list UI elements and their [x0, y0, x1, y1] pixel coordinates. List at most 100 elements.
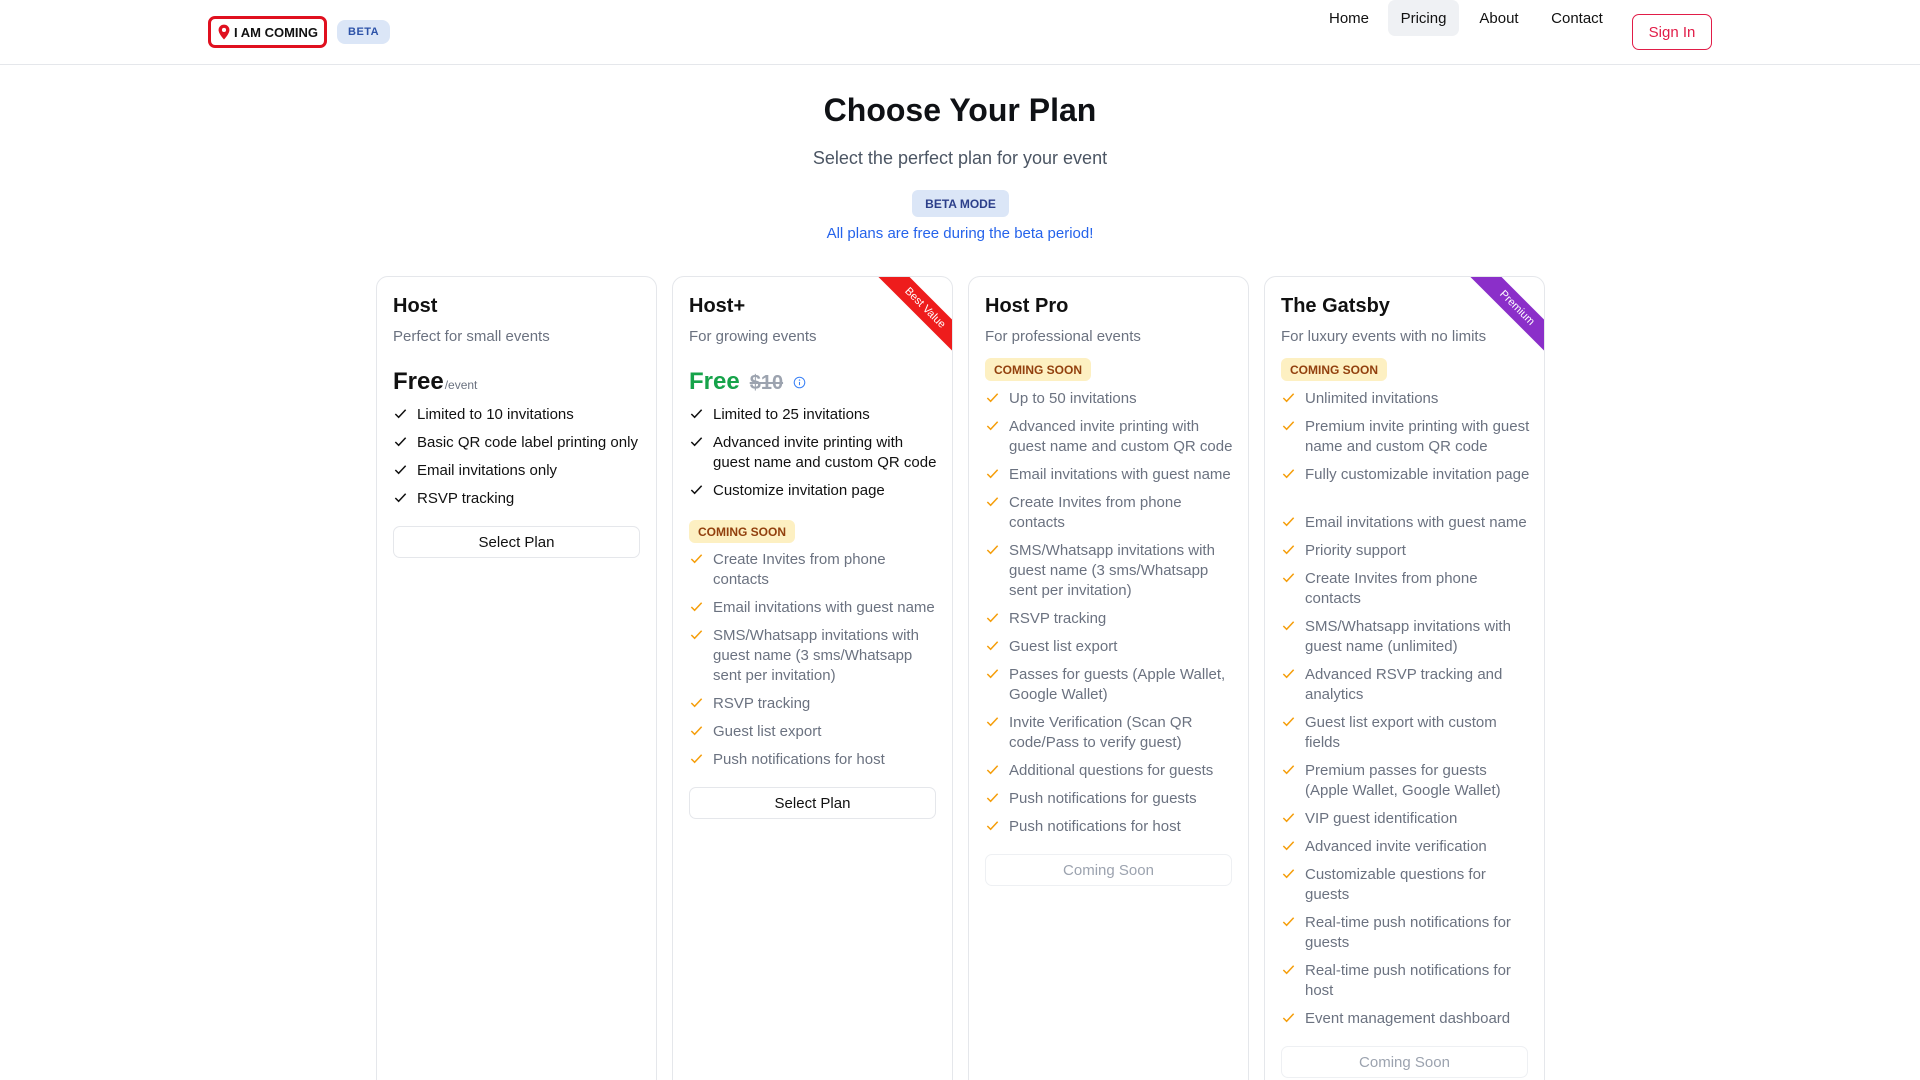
- feature-item: SMS/Whatsapp invitations with guest name…: [985, 541, 1235, 601]
- check-icon: [1282, 1013, 1295, 1023]
- feature-item: SMS/Whatsapp invitations with guest name…: [1281, 617, 1531, 657]
- feature-item: Premium passes for guests (Apple Wallet,…: [1281, 761, 1531, 801]
- feature-item: Premium invite printing with guest name …: [1281, 417, 1531, 457]
- page-subtitle: Select the perfect plan for your event: [812, 148, 1108, 168]
- feature-item: Additional questions for guests: [985, 761, 1235, 781]
- feature-item: Create Invites from phone contacts: [985, 493, 1235, 533]
- feature-item: Create Invites from phone contacts: [1281, 569, 1531, 609]
- check-icon: [690, 409, 703, 419]
- check-icon: [1282, 469, 1295, 479]
- plan-price: Free $10: [689, 368, 806, 396]
- check-icon: [1282, 421, 1295, 431]
- ribbon-label: Best Value: [874, 277, 952, 357]
- check-icon: [986, 545, 999, 555]
- select-plan-button[interactable]: Select Plan: [393, 526, 640, 558]
- plan-name: Host Pro: [985, 295, 1069, 317]
- check-icon: [1282, 669, 1295, 679]
- feature-item: SMS/Whatsapp invitations with guest name…: [689, 626, 939, 686]
- check-icon: [690, 485, 703, 495]
- coming-soon-button[interactable]: Coming Soon: [985, 854, 1232, 886]
- check-icon: [986, 641, 999, 651]
- plan-card-host-plus: Best Value Host+ For growing events Free…: [672, 276, 953, 1080]
- beta-note: All plans are free during the beta perio…: [826, 225, 1094, 242]
- feature-item: Real-time push notifications for host: [1281, 961, 1531, 1001]
- old-price: $10: [749, 372, 784, 394]
- plan-price: Free /event: [393, 368, 477, 396]
- ribbon-label: Premium: [1466, 277, 1544, 357]
- check-icon: [1282, 545, 1295, 555]
- feature-item: Passes for guests (Apple Wallet, Google …: [985, 665, 1235, 705]
- check-icon: [690, 554, 703, 564]
- check-icon: [690, 602, 703, 612]
- coming-soon-badge: COMING SOON: [1281, 358, 1388, 381]
- feature-item: Event management dashboard: [1281, 1009, 1531, 1029]
- plan-name: Host+: [689, 295, 746, 317]
- plan-name: Host: [393, 295, 438, 317]
- feature-item: Unlimited invitations: [1281, 389, 1531, 409]
- feature-item: Basic QR code label printing only: [393, 433, 643, 453]
- check-icon: [394, 437, 407, 447]
- select-plan-button[interactable]: Select Plan: [689, 787, 936, 819]
- check-icon: [1282, 517, 1295, 527]
- nav-about[interactable]: About: [1469, 0, 1529, 36]
- check-icon: [986, 613, 999, 623]
- feature-item: Push notifications for guests: [985, 789, 1235, 809]
- check-icon: [986, 497, 999, 507]
- feature-item: Guest list export: [985, 637, 1235, 657]
- feature-item: Limited to 10 invitations: [393, 405, 643, 425]
- feature-item: RSVP tracking: [985, 609, 1235, 629]
- check-icon: [986, 421, 999, 431]
- sign-in-button[interactable]: Sign In: [1632, 14, 1712, 50]
- check-icon: [1282, 841, 1295, 851]
- check-icon: [1282, 965, 1295, 975]
- check-icon: [1282, 717, 1295, 727]
- feature-item: Email invitations only: [393, 461, 643, 481]
- check-icon: [986, 669, 999, 679]
- check-icon: [986, 469, 999, 479]
- check-icon: [1282, 765, 1295, 775]
- check-icon: [986, 793, 999, 803]
- check-icon: [394, 493, 407, 503]
- coming-soon-badge: COMING SOON: [985, 358, 1092, 381]
- check-icon: [986, 765, 999, 775]
- check-icon: [986, 821, 999, 831]
- nav-home[interactable]: Home: [1320, 0, 1378, 36]
- nav-pricing[interactable]: Pricing: [1388, 0, 1459, 36]
- plan-card-the-gatsby: Premium The Gatsby For luxury events wit…: [1264, 276, 1545, 1080]
- price-unit: /event: [444, 378, 478, 392]
- feature-item: Customizable questions for guests: [1281, 865, 1531, 905]
- top-navbar: I AM COMING BETA Home Pricing About Cont…: [0, 0, 1920, 65]
- check-icon: [690, 698, 703, 708]
- feature-item: Customize invitation page: [689, 481, 939, 501]
- check-icon: [690, 630, 703, 640]
- check-icon: [1282, 917, 1295, 927]
- feature-item: Limited to 25 invitations: [689, 405, 939, 425]
- plan-card-host: Host Perfect for small events Free /even…: [376, 276, 657, 1080]
- info-icon[interactable]: [793, 376, 806, 389]
- feature-item: Up to 50 invitations: [985, 389, 1235, 409]
- check-icon: [1282, 393, 1295, 403]
- coming-soon-button[interactable]: Coming Soon: [1281, 1046, 1528, 1078]
- nav-contact[interactable]: Contact: [1539, 0, 1615, 36]
- check-icon: [1282, 869, 1295, 879]
- feature-item: Email invitations with guest name: [985, 465, 1235, 485]
- feature-item: RSVP tracking: [393, 489, 643, 509]
- plan-name: The Gatsby: [1281, 295, 1390, 317]
- logo[interactable]: I AM COMING: [208, 16, 328, 48]
- feature-item: RSVP tracking: [689, 694, 939, 714]
- feature-item: Create Invites from phone contacts: [689, 550, 939, 590]
- coming-soon-badge: COMING SOON: [689, 520, 796, 543]
- feature-item: Real-time push notifications for guests: [1281, 913, 1531, 953]
- plan-description: For professional events: [985, 328, 1141, 345]
- feature-item: Fully customizable invitation page: [1281, 465, 1531, 485]
- price-value: Free: [689, 368, 740, 395]
- feature-item: Guest list export: [689, 722, 939, 742]
- plan-description: For luxury events with no limits: [1281, 328, 1487, 345]
- feature-item: Advanced invite printing with guest name…: [689, 433, 939, 473]
- feature-item: Invite Verification (Scan QR code/Pass t…: [985, 713, 1235, 753]
- check-icon: [1282, 621, 1295, 631]
- feature-item: Push notifications for host: [689, 750, 939, 770]
- check-icon: [986, 393, 999, 403]
- best-value-ribbon: Best Value: [872, 277, 952, 357]
- map-pin-icon: [218, 24, 230, 40]
